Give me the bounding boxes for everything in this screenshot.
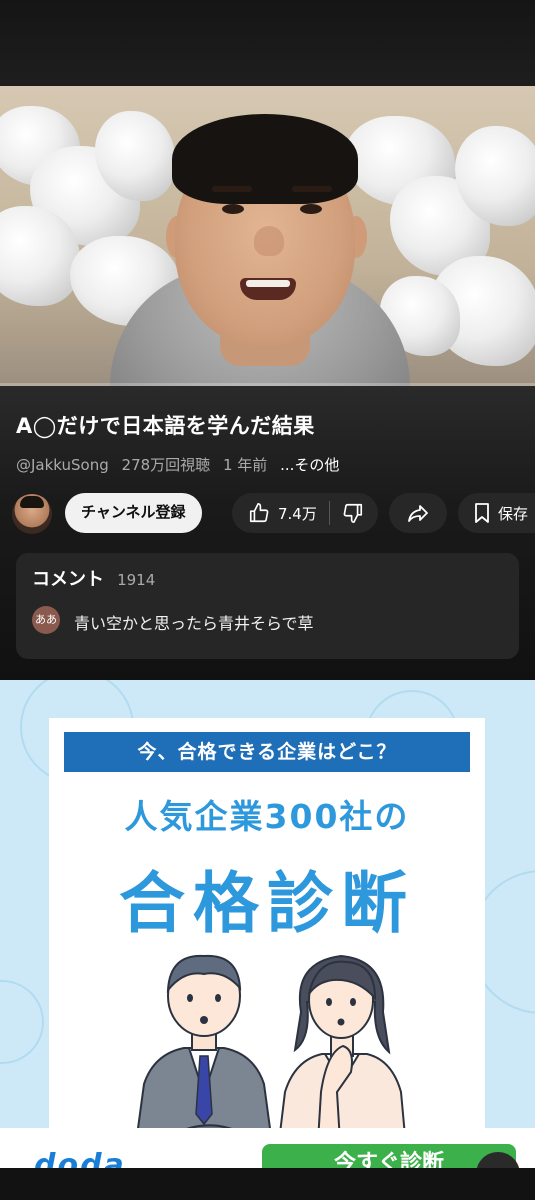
ad-banner[interactable]: 今、合格できる企業はどこ？ 人気企業300社の 合格診断 doda 今すぐ診断	[0, 680, 535, 1170]
comments-section[interactable]: コメント 1914 ああ 青い空かと思ったら青井そらで草	[16, 553, 519, 659]
bottom-bar	[0, 1168, 535, 1200]
save-button[interactable]: 保存	[458, 493, 535, 533]
video-title[interactable]: A◯だけで日本語を学んだ結果	[16, 410, 315, 440]
comments-count: 1914	[117, 571, 156, 589]
ad-banner-heading: 今、合格できる企業はどこ？	[64, 732, 470, 772]
ad-card: 今、合格できる企業はどこ？ 人気企業300社の 合格診断	[49, 718, 485, 1160]
more-link[interactable]: ...その他	[280, 456, 339, 474]
video-person-brow	[292, 186, 332, 192]
video-person-brow	[212, 186, 252, 192]
channel-avatar[interactable]	[12, 494, 52, 534]
video-subinfo[interactable]: @JakkuSong 278万回視聴 1 年前 ...その他	[16, 454, 347, 475]
share-button[interactable]	[389, 493, 447, 533]
bookmark-icon	[472, 502, 492, 524]
like-dislike-pill: 7.4万	[232, 493, 378, 533]
thumbs-up-icon	[248, 502, 270, 524]
subscribe-button[interactable]: チャンネル登録	[65, 493, 202, 533]
like-count: 7.4万	[278, 504, 317, 523]
save-label: 保存	[498, 504, 529, 523]
screen: A◯だけで日本語を学んだ結果 @JakkuSong 278万回視聴 1 年前 .…	[0, 0, 535, 1200]
comments-label: コメント	[32, 569, 104, 590]
video-person-nose	[254, 226, 284, 256]
comments-header: コメント 1914	[32, 565, 155, 591]
view-count: 278万回視聴	[121, 456, 211, 474]
thumbs-down-icon	[342, 502, 364, 524]
ad-footer: doda 今すぐ診断	[0, 1128, 535, 1170]
video-player[interactable]	[0, 86, 535, 386]
commenter-avatar: ああ	[32, 606, 60, 634]
upload-age: 1 年前	[222, 456, 268, 474]
action-row: チャンネル登録 7.4万 保存	[0, 492, 535, 536]
status-area	[0, 0, 535, 86]
like-button[interactable]: 7.4万	[232, 493, 317, 533]
share-icon	[406, 501, 430, 525]
ad-headline: 人気企業300社の	[124, 797, 410, 836]
dislike-button[interactable]	[330, 502, 364, 524]
top-comment-text: 青い空かと思ったら青井そらで草	[74, 614, 314, 633]
channel-handle[interactable]: @JakkuSong	[16, 456, 109, 474]
ad-brand-logo: doda	[34, 1148, 126, 1170]
ad-main-headline: 合格診断	[119, 865, 415, 942]
video-person-mouth	[240, 278, 296, 300]
video-person-eye	[222, 204, 244, 214]
video-meta-panel: A◯だけで日本語を学んだ結果 @JakkuSong 278万回視聴 1 年前 .…	[0, 386, 535, 680]
ad-decor-circle	[0, 980, 44, 1064]
video-person-eye	[300, 204, 322, 214]
